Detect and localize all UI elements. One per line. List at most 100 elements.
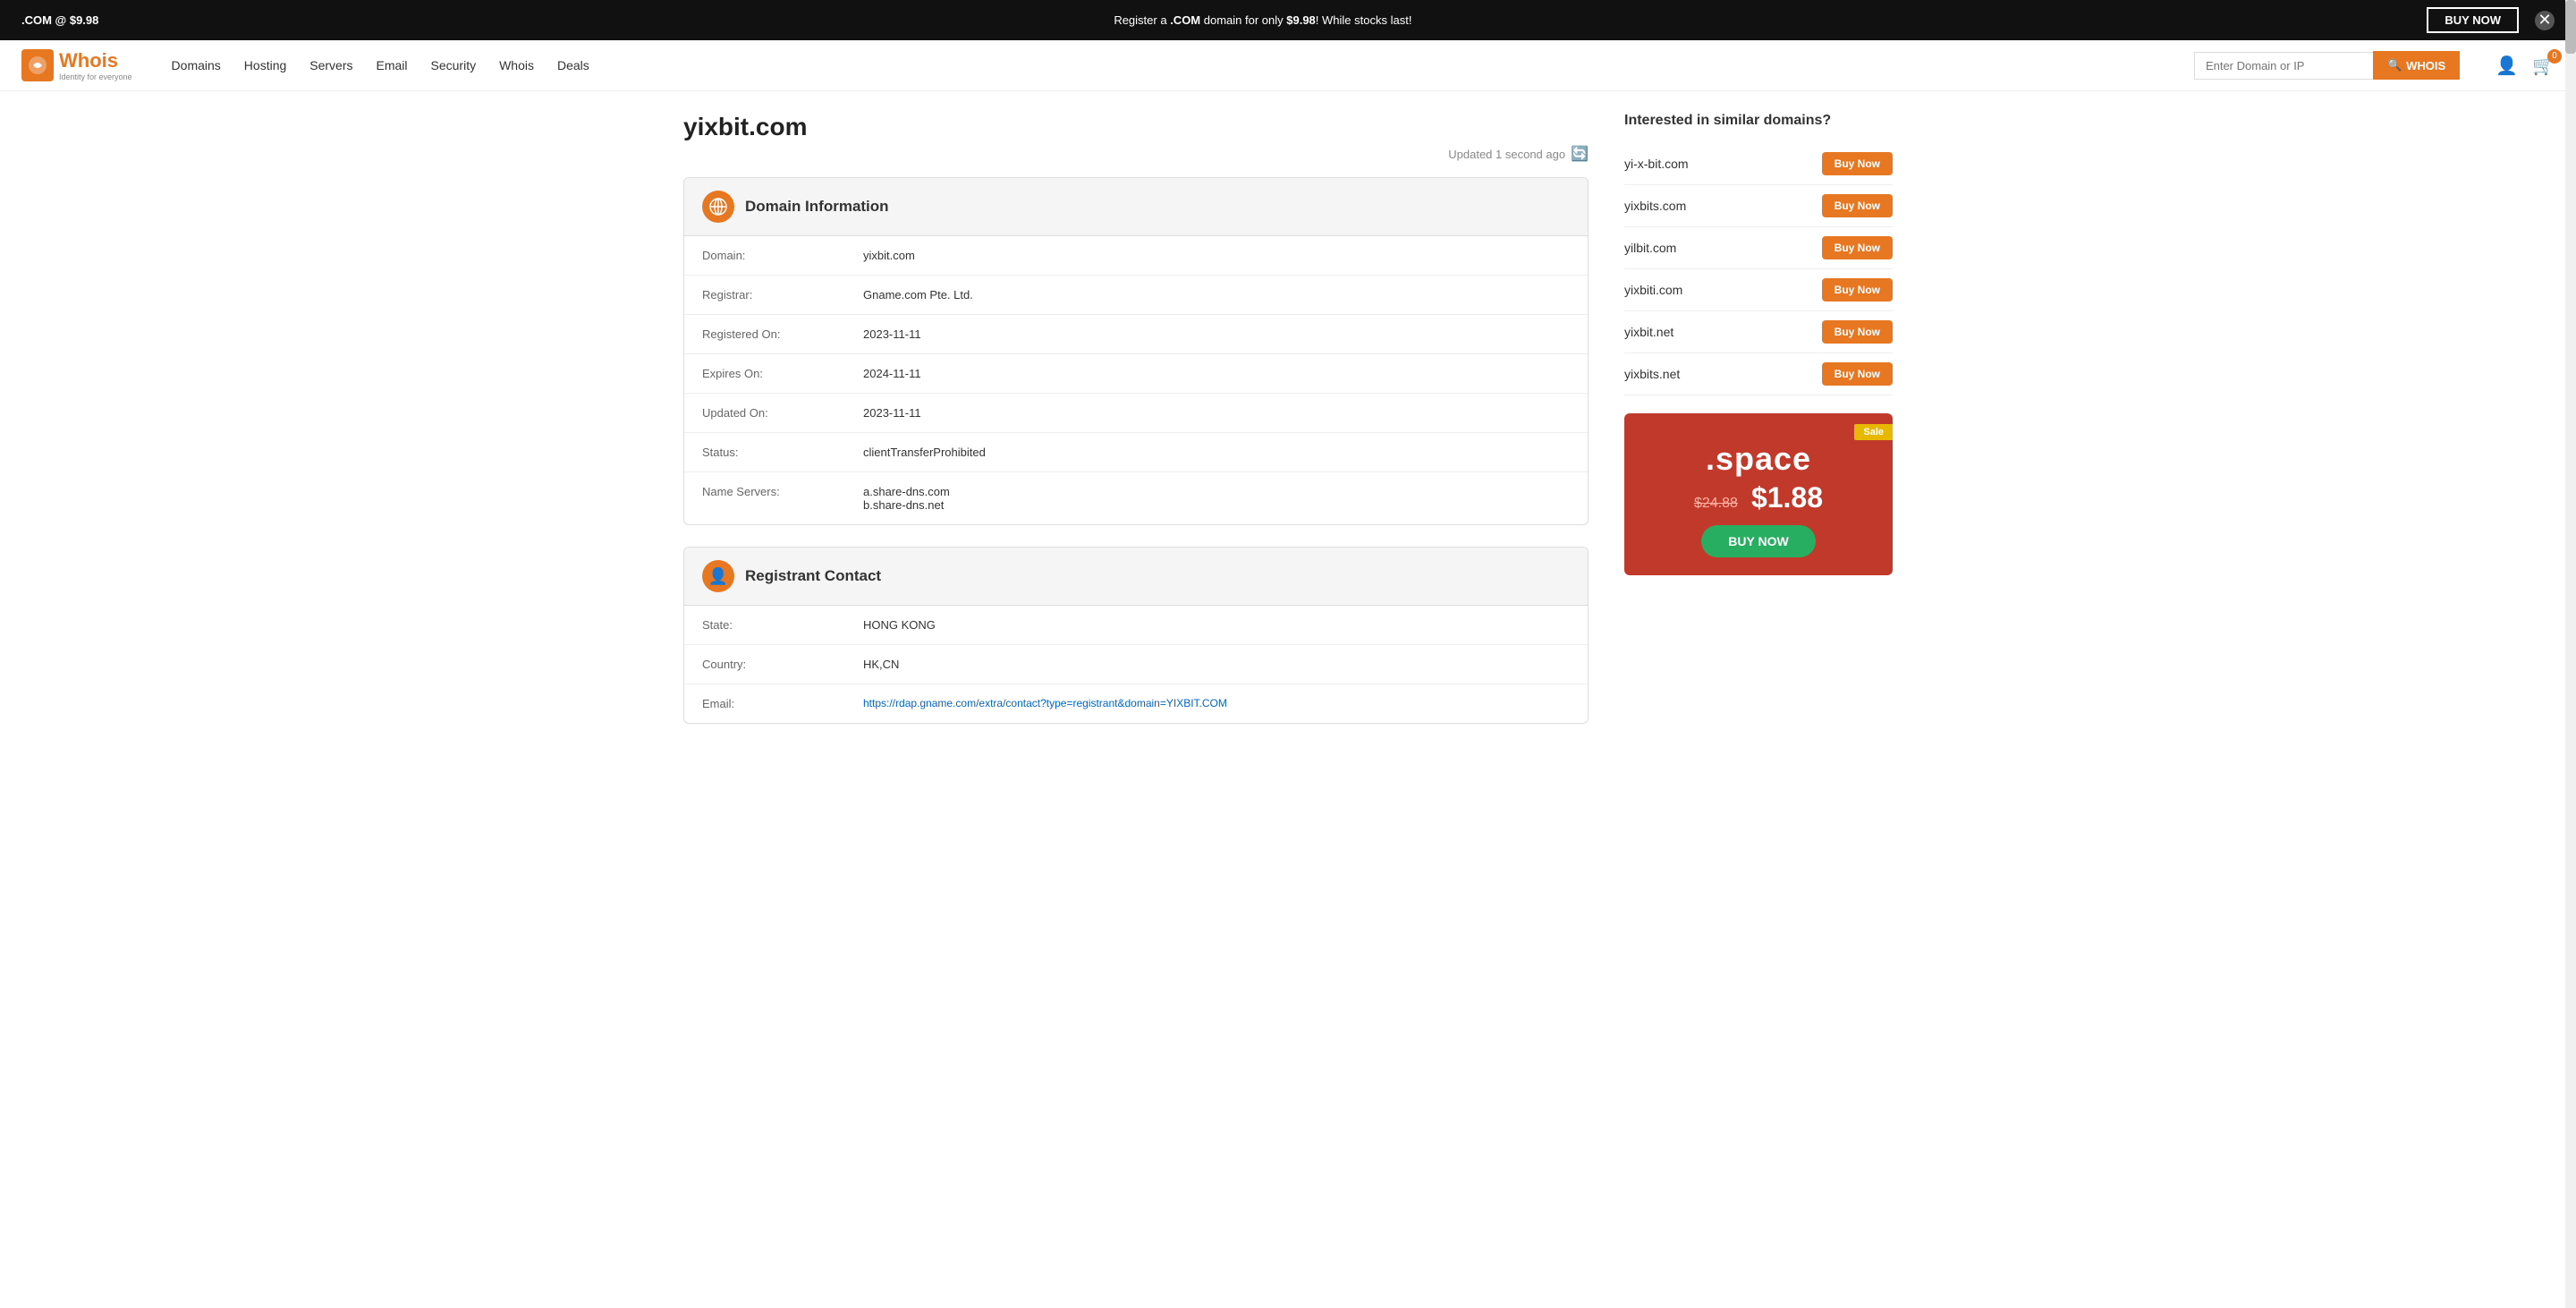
sale-card: Sale .space $24.88 $1.88 BUY NOW: [1624, 413, 1893, 575]
account-icon[interactable]: 👤: [2496, 55, 2518, 77]
similar-domain-2: yilbit.com: [1624, 241, 1676, 255]
similar-domain-0: yi-x-bit.com: [1624, 157, 1689, 171]
similar-domain-4: yixbit.net: [1624, 325, 1674, 339]
registrant-contact-card: 👤 Registrant Contact State: HONG KONG Co…: [683, 547, 1589, 724]
search-button[interactable]: 🔍 WHOIS: [2373, 51, 2460, 80]
nav-security[interactable]: Security: [422, 53, 486, 78]
list-item: yixbits.net Buy Now: [1624, 353, 1893, 395]
main-nav: Domains Hosting Servers Email Security W…: [163, 53, 2173, 78]
table-row: Expires On: 2024-11-11: [684, 354, 1588, 394]
similar-domain-1: yixbits.com: [1624, 199, 1686, 213]
banner-price: $9.98: [1286, 13, 1316, 27]
nav-email[interactable]: Email: [368, 53, 417, 78]
status-value: clientTransferProhibited: [863, 446, 986, 459]
domain-label: Domain:: [702, 249, 863, 262]
table-row: Name Servers: a.share-dns.com b.share-dn…: [684, 472, 1588, 524]
logo-sub: Identity for everyone: [59, 72, 132, 81]
domain-title: yixbit.com: [683, 113, 1589, 141]
similar-domains-title: Interested in similar domains?: [1624, 113, 1893, 129]
domain-info-title: Domain Information: [745, 198, 889, 216]
buy-button-3[interactable]: Buy Now: [1822, 278, 1893, 302]
logo[interactable]: Whois Identity for everyone: [21, 49, 132, 81]
buy-button-0[interactable]: Buy Now: [1822, 152, 1893, 175]
state-value: HONG KONG: [863, 618, 936, 632]
updated-on-label: Updated On:: [702, 406, 863, 420]
list-item: yi-x-bit.com Buy Now: [1624, 143, 1893, 185]
expires-on-label: Expires On:: [702, 367, 863, 380]
search-input[interactable]: [2194, 52, 2373, 80]
cart-badge: 0: [2547, 49, 2562, 64]
registrar-value: Gname.com Pte. Ltd.: [863, 288, 973, 302]
nav-domains[interactable]: Domains: [163, 53, 230, 78]
status-label: Status:: [702, 446, 863, 459]
state-label: State:: [702, 618, 863, 632]
domain-info-body: Domain: yixbit.com Registrar: Gname.com …: [684, 236, 1588, 524]
scrollbar-thumb[interactable]: [2565, 0, 2576, 54]
refresh-icon[interactable]: 🔄: [1571, 145, 1589, 163]
registrant-contact-body: State: HONG KONG Country: HK,CN Email: h…: [684, 606, 1588, 723]
main-container: yixbit.com Updated 1 second ago 🔄 Domain…: [662, 91, 1914, 767]
table-row: Domain: yixbit.com: [684, 236, 1588, 276]
domain-icon: [702, 191, 734, 223]
top-banner: .COM @ $9.98 Register a .COM domain for …: [0, 0, 2576, 40]
sale-new-price: $1.88: [1751, 481, 1823, 514]
banner-left-text: .COM @ $9.98: [21, 13, 98, 27]
banner-com-highlight: .COM: [1170, 13, 1200, 27]
table-row: Email: https://rdap.gname.com/extra/cont…: [684, 684, 1588, 723]
list-item: yixbits.com Buy Now: [1624, 185, 1893, 227]
buy-button-1[interactable]: Buy Now: [1822, 194, 1893, 217]
table-row: Registrar: Gname.com Pte. Ltd.: [684, 276, 1588, 315]
logo-icon: [21, 49, 54, 81]
nav-whois[interactable]: Whois: [490, 53, 543, 78]
search-icon: 🔍: [2387, 58, 2402, 72]
sale-tld: .space: [1642, 440, 1875, 478]
table-row: Status: clientTransferProhibited: [684, 433, 1588, 472]
sale-badge: Sale: [1854, 424, 1893, 440]
registrant-icon: 👤: [702, 560, 734, 592]
buy-button-4[interactable]: Buy Now: [1822, 320, 1893, 344]
search-button-label: WHOIS: [2406, 59, 2445, 72]
content-left: yixbit.com Updated 1 second ago 🔄 Domain…: [683, 113, 1589, 745]
expires-on-value: 2024-11-11: [863, 367, 921, 380]
banner-close-button[interactable]: ✕: [2535, 11, 2555, 30]
buy-button-5[interactable]: Buy Now: [1822, 362, 1893, 386]
table-row: Registered On: 2023-11-11: [684, 315, 1588, 354]
list-item: yixbit.net Buy Now: [1624, 311, 1893, 353]
table-row: Updated On: 2023-11-11: [684, 394, 1588, 433]
sale-price: $24.88 $1.88: [1642, 481, 1875, 514]
table-row: State: HONG KONG: [684, 606, 1588, 645]
similar-domains-list: yi-x-bit.com Buy Now yixbits.com Buy Now…: [1624, 143, 1893, 395]
email-label: Email:: [702, 697, 863, 710]
registrant-contact-title: Registrant Contact: [745, 567, 881, 585]
logo-text: Whois: [59, 49, 118, 72]
registrant-contact-header: 👤 Registrant Contact: [684, 548, 1588, 606]
scrollbar-track[interactable]: [2565, 0, 2576, 1308]
name-servers-label: Name Servers:: [702, 485, 863, 498]
buy-button-2[interactable]: Buy Now: [1822, 236, 1893, 259]
domain-value: yixbit.com: [863, 249, 915, 262]
nav-hosting[interactable]: Hosting: [235, 53, 295, 78]
content-right: Interested in similar domains? yi-x-bit.…: [1624, 113, 1893, 745]
search-area: 🔍 WHOIS: [2194, 51, 2460, 80]
updated-text: Updated 1 second ago: [1448, 148, 1565, 161]
name-servers-value: a.share-dns.com b.share-dns.net: [863, 485, 950, 512]
updated-row: Updated 1 second ago 🔄: [683, 145, 1589, 163]
country-label: Country:: [702, 658, 863, 671]
sale-buy-button[interactable]: BUY NOW: [1701, 525, 1815, 557]
domain-info-header: Domain Information: [684, 178, 1588, 236]
list-item: yixbiti.com Buy Now: [1624, 269, 1893, 311]
updated-on-value: 2023-11-11: [863, 406, 921, 420]
banner-buy-now-button[interactable]: BUY NOW: [2427, 7, 2519, 33]
similar-domain-3: yixbiti.com: [1624, 283, 1682, 297]
header-icons: 👤 🛒 0: [2496, 55, 2555, 77]
registered-on-value: 2023-11-11: [863, 327, 921, 341]
list-item: yilbit.com Buy Now: [1624, 227, 1893, 269]
sale-old-price: $24.88: [1694, 496, 1738, 511]
email-value: https://rdap.gname.com/extra/contact?typ…: [863, 697, 1227, 709]
nav-servers[interactable]: Servers: [301, 53, 361, 78]
header: Whois Identity for everyone Domains Host…: [0, 40, 2576, 91]
similar-domain-5: yixbits.net: [1624, 367, 1680, 381]
country-value: HK,CN: [863, 658, 899, 671]
cart-icon[interactable]: 🛒 0: [2532, 55, 2555, 77]
nav-deals[interactable]: Deals: [548, 53, 598, 78]
